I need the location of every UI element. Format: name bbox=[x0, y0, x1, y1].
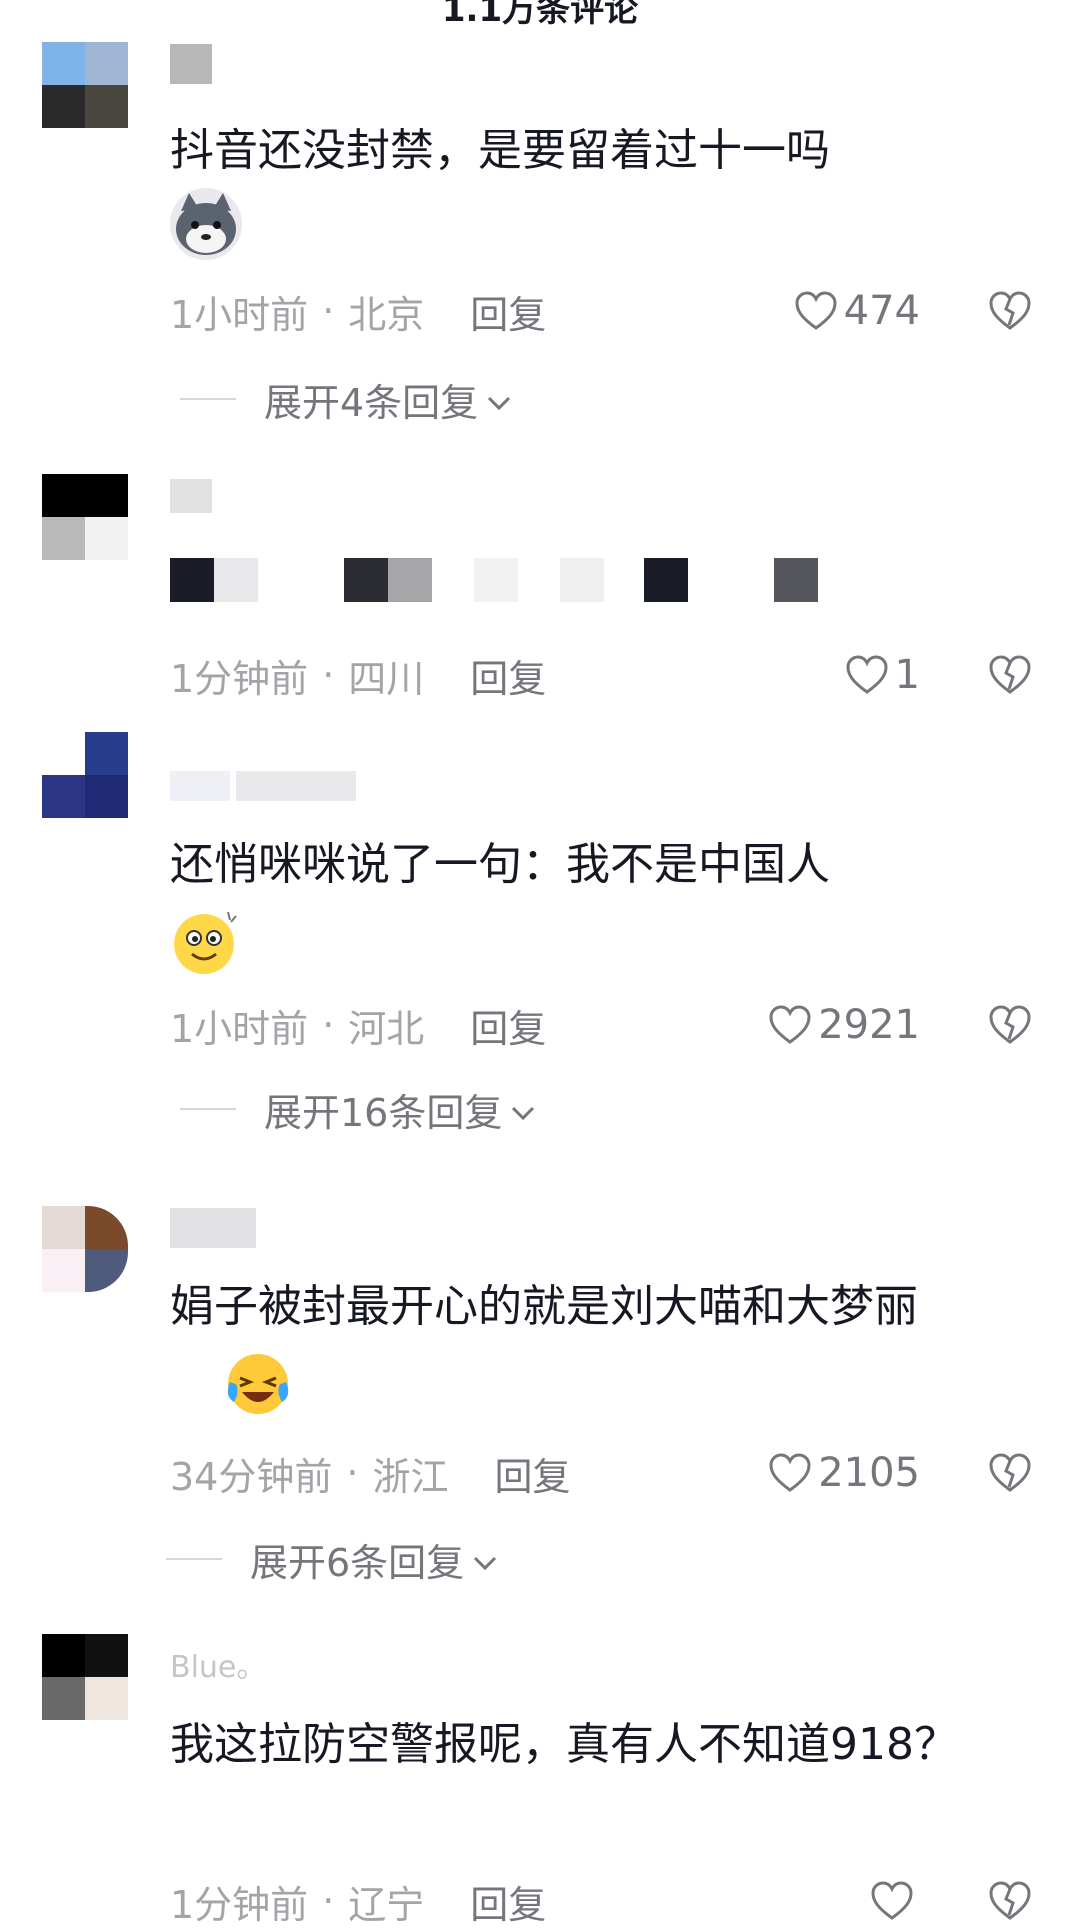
comment-time: 34分钟前 bbox=[170, 1454, 333, 1499]
reply-button[interactable]: 回复 bbox=[494, 1446, 570, 1501]
comment-time: 1分钟前 bbox=[170, 656, 309, 701]
broken-heart-icon bbox=[988, 1005, 1032, 1045]
comment-meta: 1小时前 · 河北 回复 bbox=[170, 998, 546, 1053]
dislike-button[interactable] bbox=[988, 1876, 1032, 1926]
dizzy-smile-emoji bbox=[170, 906, 242, 978]
expand-replies-label: 展开6条回复 bbox=[250, 1540, 465, 1585]
comment-meta: 34分钟前 · 浙江 回复 bbox=[170, 1446, 570, 1501]
meta-separator: · bbox=[322, 289, 335, 333]
broken-heart-icon bbox=[988, 1453, 1032, 1493]
avatar[interactable] bbox=[42, 732, 128, 818]
comment-location: 北京 bbox=[348, 292, 425, 337]
comment-time: 1小时前 bbox=[170, 1006, 309, 1051]
comment-location: 浙江 bbox=[372, 1454, 449, 1499]
like-button[interactable]: 2921 bbox=[768, 1000, 920, 1050]
divider-line bbox=[180, 398, 236, 400]
dislike-button[interactable] bbox=[988, 650, 1032, 700]
like-count: 2105 bbox=[818, 1450, 920, 1496]
heart-icon bbox=[845, 655, 889, 695]
broken-heart-icon bbox=[988, 655, 1032, 695]
comment-location: 四川 bbox=[348, 656, 425, 701]
comment-time: 1小时前 bbox=[170, 292, 309, 337]
username[interactable]: Blue。 bbox=[170, 1644, 266, 1685]
username[interactable] bbox=[170, 766, 356, 806]
comment-meta: 1分钟前 · 四川 回复 bbox=[170, 648, 546, 703]
like-button[interactable]: 2105 bbox=[768, 1448, 920, 1498]
avatar[interactable] bbox=[42, 474, 128, 560]
like-button[interactable]: 1 bbox=[845, 650, 920, 700]
chevron-down-icon bbox=[510, 1087, 536, 1131]
comment-location: 辽宁 bbox=[348, 1882, 425, 1927]
meta-separator: · bbox=[322, 653, 335, 697]
like-count: 474 bbox=[843, 288, 920, 334]
meta-separator: · bbox=[346, 1451, 359, 1495]
avatar[interactable] bbox=[42, 1634, 128, 1720]
divider-line bbox=[166, 1558, 222, 1560]
reply-button[interactable]: 回复 bbox=[470, 998, 546, 1053]
expand-replies-label: 展开4条回复 bbox=[264, 380, 479, 425]
username[interactable] bbox=[170, 44, 212, 84]
chevron-down-icon bbox=[472, 1537, 498, 1581]
expand-replies-button[interactable]: 展开4条回复 bbox=[180, 374, 512, 425]
like-count: 2921 bbox=[818, 1002, 920, 1048]
meta-separator: · bbox=[322, 1003, 335, 1047]
heart-icon bbox=[768, 1005, 812, 1045]
expand-replies-button[interactable]: 展开6条回复 bbox=[166, 1534, 498, 1585]
comment-meta: 1分钟前 · 辽宁 回复 bbox=[170, 1874, 546, 1929]
comment-text: 我这拉防空警报呢，真有人不知道918？ bbox=[170, 1719, 958, 1770]
chevron-down-icon bbox=[486, 377, 512, 421]
meta-separator: · bbox=[322, 1879, 335, 1923]
laughing-crying-emoji bbox=[222, 1348, 294, 1420]
dislike-button[interactable] bbox=[988, 1448, 1032, 1498]
comment-count-title: 1.1万条评论 bbox=[441, 0, 639, 30]
like-button[interactable]: 474 bbox=[794, 286, 920, 336]
like-button[interactable] bbox=[870, 1876, 920, 1926]
expand-replies-button[interactable]: 展开16条回复 bbox=[180, 1084, 536, 1135]
husky-emoji bbox=[170, 188, 242, 260]
expand-replies-label: 展开16条回复 bbox=[264, 1090, 503, 1135]
like-count: 1 bbox=[894, 652, 920, 698]
avatar[interactable] bbox=[42, 42, 128, 128]
comment-location: 河北 bbox=[348, 1006, 425, 1051]
heart-icon bbox=[870, 1881, 914, 1921]
comment-text: 娟子被封最开心的就是刘大喵和大梦丽 bbox=[170, 1281, 918, 1332]
dislike-button[interactable] bbox=[988, 1000, 1032, 1050]
reply-button[interactable]: 回复 bbox=[470, 284, 546, 339]
heart-icon bbox=[794, 291, 838, 331]
reply-button[interactable]: 回复 bbox=[470, 648, 546, 703]
reply-button[interactable]: 回复 bbox=[470, 1874, 546, 1929]
broken-heart-icon bbox=[988, 291, 1032, 331]
username[interactable] bbox=[170, 1208, 256, 1248]
comment-time: 1分钟前 bbox=[170, 1882, 309, 1927]
dislike-button[interactable] bbox=[988, 286, 1032, 336]
redacted-comment-text bbox=[170, 558, 830, 602]
comment-text: 抖音还没封禁，是要留着过十一吗 bbox=[170, 125, 830, 176]
heart-icon bbox=[768, 1453, 812, 1493]
comment-meta: 1小时前 · 北京 回复 bbox=[170, 284, 546, 339]
broken-heart-icon bbox=[988, 1881, 1032, 1921]
username[interactable] bbox=[170, 476, 212, 516]
comment-text: 还悄咪咪说了一句：我不是中国人 bbox=[170, 839, 830, 890]
avatar[interactable] bbox=[42, 1206, 128, 1292]
divider-line bbox=[180, 1108, 236, 1110]
